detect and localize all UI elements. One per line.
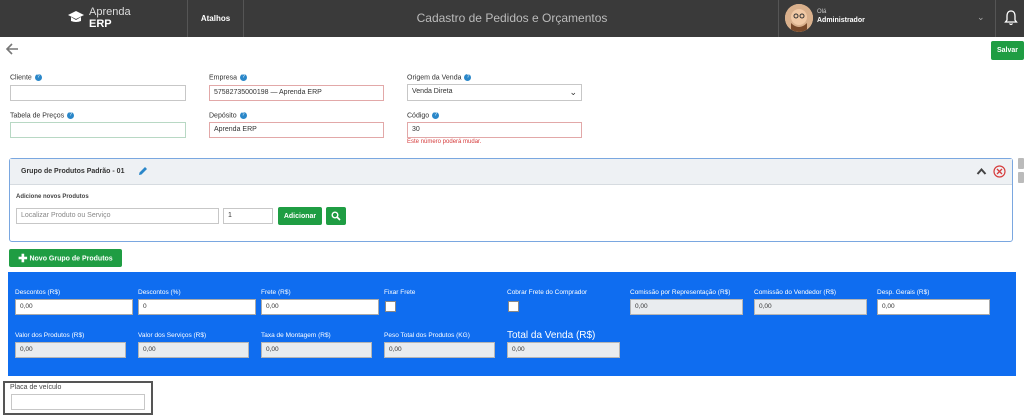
plus-icon: ✚ [18, 252, 28, 265]
empresa-label: Empresa? [209, 74, 248, 81]
quantity-input[interactable]: 1 [223, 208, 273, 224]
descontos-rs-input[interactable]: 0,00 [15, 299, 133, 315]
total-venda-input: 0,00 [507, 342, 620, 358]
arrow-left-icon[interactable] [5, 42, 19, 56]
valor-servicos-label: Valor dos Serviços (R$) [138, 332, 207, 339]
shortcuts-menu[interactable]: Atalhos [188, 0, 244, 37]
logo[interactable]: Aprenda ERP [0, 0, 188, 37]
graduation-cap-icon [68, 11, 84, 22]
deposito-field[interactable]: Aprenda ERP [209, 122, 384, 138]
desp-gerais-input[interactable]: 0,00 [877, 299, 990, 315]
frete-label: Frete (R$) [261, 289, 291, 296]
help-icon[interactable]: ? [464, 74, 472, 81]
codigo-label: Código? [407, 112, 440, 119]
top-bar: Aprenda ERP Atalhos Cadastro de Pedidos … [0, 0, 1024, 37]
placa-box: Placa de veículo [3, 381, 153, 415]
comissao-vend-input: 0,00 [754, 299, 867, 315]
avatar [785, 4, 813, 32]
tabela-label: Tabela de Preços? [10, 112, 75, 119]
chevron-down-icon[interactable]: ⌄ [977, 12, 985, 23]
product-group-header: Grupo de Produtos Padrão - 01 [10, 159, 1012, 185]
help-icon[interactable]: ? [67, 112, 75, 119]
help-icon[interactable]: ? [239, 112, 247, 119]
product-group: Grupo de Produtos Padrão - 01 Adicione n… [9, 158, 1013, 242]
peso-input: 0,00 [384, 342, 495, 358]
comissao-vend-label: Comissão do Vendedor (R$) [754, 289, 837, 296]
montagem-label: Taxa de Montagem (R$) [261, 332, 331, 339]
logo-text-erp: ERP [89, 18, 112, 30]
help-icon[interactable]: ? [34, 74, 42, 81]
chevron-up-icon[interactable] [976, 166, 987, 177]
cliente-label: Cliente? [10, 74, 42, 81]
peso-label: Peso Total dos Produtos (KG) [384, 332, 470, 339]
add-product-button[interactable]: Adicionar [278, 207, 322, 225]
cobrar-frete-label: Cobrar Frete do Comprador [507, 289, 588, 296]
codigo-field[interactable]: 30 [407, 122, 582, 138]
help-icon[interactable]: ? [240, 74, 248, 81]
product-search-input[interactable]: Localizar Produto ou Serviço [16, 208, 219, 224]
montagem-input: 0,00 [261, 342, 372, 358]
valor-servicos-input: 0,00 [138, 342, 249, 358]
fixar-frete-checkbox[interactable] [385, 301, 396, 312]
close-icon[interactable] [993, 165, 1006, 178]
tabela-field[interactable] [10, 122, 186, 138]
save-button[interactable]: Salvar [991, 41, 1024, 60]
total-venda-label: Total da Venda (R$) [507, 330, 596, 341]
user-menu[interactable]: Olá Administrador ⌄ [778, 0, 996, 37]
valor-produtos-input: 0,00 [15, 342, 126, 358]
cliente-field[interactable] [10, 85, 186, 101]
logo-text: Aprenda [89, 6, 131, 18]
bell-icon[interactable] [1004, 10, 1018, 26]
page-title: Cadastro de Pedidos e Orçamentos [416, 11, 608, 25]
codigo-warning: Este número poderá mudar. [407, 139, 482, 145]
add-products-label: Adicione novos Produtos [16, 194, 89, 200]
deposito-label: Depósito? [209, 112, 247, 119]
empresa-field[interactable]: 57582735000198 — Aprenda ERP [209, 85, 384, 101]
placa-input[interactable] [11, 394, 145, 410]
cobrar-frete-checkbox[interactable] [508, 301, 519, 312]
search-icon [331, 211, 341, 221]
valor-produtos-label: Valor dos Produtos (R$) [15, 332, 85, 339]
comissao-rep-input: 0,00 [630, 299, 743, 315]
pencil-icon[interactable] [138, 166, 148, 176]
search-button[interactable] [326, 207, 346, 225]
desp-gerais-label: Desp. Gerais (R$) [877, 289, 930, 296]
placa-label: Placa de veículo [10, 384, 62, 391]
side-tabs[interactable] [1018, 158, 1024, 184]
user-name: Administrador [817, 17, 865, 24]
fixar-frete-label: Fixar Frete [384, 289, 416, 296]
descontos-pct-input[interactable]: 0 [138, 299, 256, 315]
greeting: Olá [817, 9, 827, 15]
chevron-down-icon: ⌄ [569, 87, 577, 97]
descontos-pct-label: Descontos (%) [138, 289, 181, 296]
totals-panel: Descontos (R$) 0,00 Descontos (%) 0 Fret… [8, 272, 1016, 376]
origem-select[interactable]: Venda Direta ⌄ [407, 84, 582, 101]
descontos-rs-label: Descontos (R$) [15, 289, 61, 296]
comissao-rep-label: Comissão por Representação (R$) [630, 289, 731, 296]
product-group-title: Grupo de Produtos Padrão - 01 [21, 168, 125, 175]
help-icon[interactable]: ? [432, 112, 440, 119]
origem-label: Origem da Venda? [407, 74, 472, 81]
frete-input[interactable]: 0,00 [261, 299, 379, 315]
new-product-group-button[interactable]: ✚ Novo Grupo de Produtos [9, 249, 122, 267]
